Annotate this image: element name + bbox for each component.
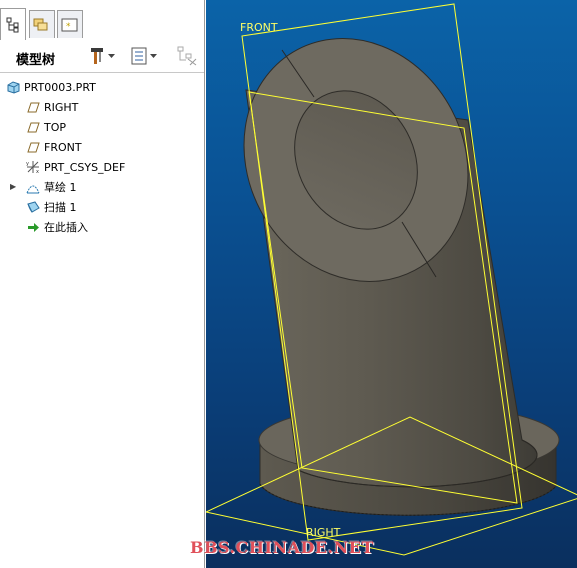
tree-item-insert-here[interactable]: 在此插入 — [26, 218, 88, 236]
tree-item-sweep[interactable]: 扫描 1 — [26, 198, 77, 216]
graphics-viewport[interactable]: FRONT RIGHT — [206, 0, 577, 568]
list-view-icon — [131, 47, 147, 65]
navigator-tabbar: * — [0, 0, 204, 41]
tree-item-sketch[interactable]: 草绘 1 — [26, 178, 77, 196]
tree-item-label: PRT0003.PRT — [24, 80, 96, 94]
tree-item-label: 在此插入 — [44, 221, 88, 234]
favorites-tab[interactable]: * — [57, 10, 83, 38]
tree-item-csys[interactable]: yx PRT_CSYS_DEF — [26, 158, 125, 176]
part-icon — [6, 80, 20, 94]
chevron-down-icon — [108, 54, 115, 58]
model-tree-icon — [6, 17, 19, 32]
model-tree-toolbar: 模型树 — [0, 40, 204, 73]
model-tree-title: 模型树 — [16, 53, 56, 68]
model-render — [206, 3, 577, 556]
datum-plane-icon — [26, 140, 40, 154]
front-datum-label: FRONT — [240, 21, 278, 34]
show-button[interactable] — [130, 45, 158, 67]
coordinate-system-icon: yx — [26, 160, 40, 174]
chevron-down-icon — [150, 54, 157, 58]
tree-filter-icon — [177, 46, 197, 66]
sweep-icon — [26, 200, 40, 214]
model-tree-tab[interactable] — [0, 8, 26, 40]
svg-text:x: x — [36, 169, 39, 174]
tree-item-label: PRT_CSYS_DEF — [44, 160, 126, 174]
svg-text:*: * — [66, 22, 71, 32]
tree-item-part[interactable]: PRT0003.PRT — [6, 78, 96, 96]
layer-tab[interactable] — [29, 10, 55, 38]
tree-item-top[interactable]: TOP — [26, 118, 66, 136]
datum-plane-icon — [26, 100, 40, 114]
tree-item-label: 扫描 1 — [44, 201, 77, 214]
insert-here-arrow-icon — [26, 220, 40, 234]
tree-item-label: FRONT — [44, 140, 82, 154]
filter-button[interactable] — [176, 45, 198, 67]
tree-item-right[interactable]: RIGHT — [26, 98, 78, 116]
sketch-icon — [26, 180, 40, 194]
tree-item-front[interactable]: FRONT — [26, 138, 82, 156]
folder-browser-icon — [33, 18, 48, 30]
model-tree-panel: * 模型树 PRT0003.PRT RIGHT TOP FRONT y x PR… — [0, 0, 205, 568]
watermark: BBS.CHINADE.NET — [190, 538, 374, 557]
favorites-icon: * — [61, 18, 78, 32]
tree-item-label: 草绘 1 — [44, 181, 77, 194]
settings-button[interactable] — [88, 45, 116, 67]
tree-item-label: TOP — [44, 120, 67, 134]
hammer-settings-icon — [91, 48, 103, 64]
tree-item-label: RIGHT — [44, 100, 79, 114]
svg-text:y: y — [26, 161, 29, 167]
expand-triangle-icon[interactable]: ▶ — [10, 182, 16, 191]
datum-plane-icon — [26, 120, 40, 134]
